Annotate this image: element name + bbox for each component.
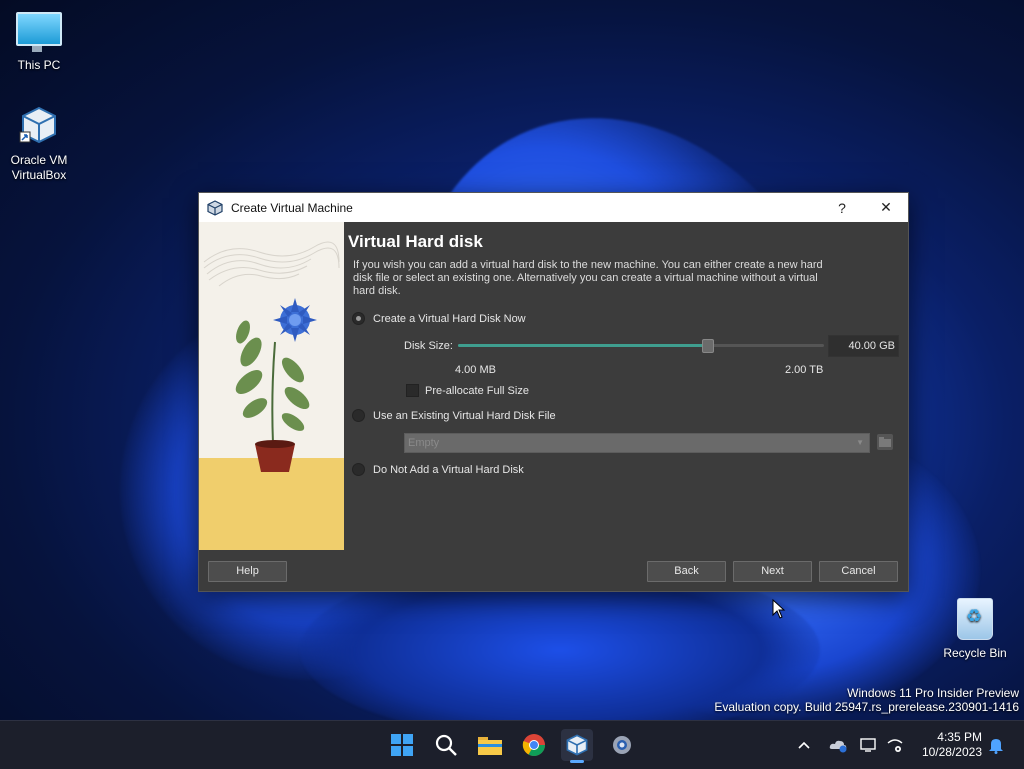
back-button[interactable]: Back [647,561,726,582]
display-icon[interactable] [860,721,878,769]
mouse-cursor-icon [772,599,786,619]
desktop-icon-label: This PC [17,58,61,72]
create-vm-dialog: Create Virtual Machine ? ✕ Virtual Hard … [198,192,909,592]
search-icon[interactable] [430,729,462,761]
taskbar: 4:35 PM 10/28/2023 [0,720,1024,769]
dialog-button-bar: Help Back Next Cancel [199,551,908,591]
checkbox-indicator[interactable] [406,384,419,397]
network-icon[interactable] [886,721,904,769]
virtualbox-icon [19,105,59,145]
desktop-icon-label: Oracle VM [10,153,68,167]
wizard-page: Virtual Hard disk If you wish you can ad… [348,222,906,552]
watermark-line: Windows 11 Pro Insider Preview [847,686,1019,700]
radio-use-existing-disk[interactable]: Use an Existing Virtual Hard Disk File [352,409,556,422]
wizard-illustration [199,222,344,550]
chrome-icon[interactable] [518,729,550,761]
desktop-icon-recycle-bin[interactable]: ♻ Recycle Bin [937,598,1013,661]
dialog-title: Create Virtual Machine [231,200,353,215]
checkbox-label: Pre-allocate Full Size [425,384,529,397]
slider-max-label: 2.00 TB [785,364,824,376]
radio-indicator[interactable] [352,463,365,476]
system-clock[interactable]: 4:35 PM 10/28/2023 [922,730,982,760]
active-indicator [570,760,584,763]
desktop-icon-this-pc[interactable]: This PC [1,12,77,73]
notification-bell-icon[interactable] [988,721,1004,769]
help-button[interactable]: Help [208,561,287,582]
file-explorer-icon[interactable] [474,729,506,761]
folder-icon [879,437,891,447]
virtualbox-icon[interactable] [561,729,593,763]
start-icon[interactable] [386,729,418,761]
disk-size-input[interactable]: 40.00 GB [828,335,899,357]
existing-disk-combo[interactable]: Empty ▼ [404,433,870,453]
choose-disk-file-button[interactable] [877,434,893,450]
slider-fill [458,344,707,347]
radio-label: Do Not Add a Virtual Hard Disk [373,463,524,476]
chevron-down-icon: ▼ [856,438,864,447]
recycle-bin-icon: ♻ [957,598,993,640]
radio-create-disk-now[interactable]: Create a Virtual Hard Disk Now [352,312,526,325]
clock-time: 4:35 PM [937,730,982,744]
radio-label: Use an Existing Virtual Hard Disk File [373,409,556,422]
clock-date: 10/28/2023 [921,745,982,759]
disk-size-slider[interactable] [458,338,824,354]
slider-min-label: 4.00 MB [455,364,496,376]
disk-size-label: Disk Size: [404,340,453,352]
combo-value: Empty [408,437,440,449]
help-icon[interactable]: ? [820,193,864,222]
settings-icon[interactable] [606,729,638,761]
windows-watermark: Windows 11 Pro Insider Preview Evaluatio… [714,686,1019,714]
virtualbox-icon [207,199,223,216]
radio-label: Create a Virtual Hard Disk Now [373,312,526,325]
slider-thumb[interactable] [701,339,714,353]
preallocate-checkbox[interactable]: Pre-allocate Full Size [406,384,529,397]
desktop-icon-virtualbox[interactable]: Oracle VM VirtualBox [1,105,77,183]
desktop-icon-label: Recycle Bin [943,646,1007,660]
page-title: Virtual Hard disk [348,232,483,251]
cancel-button[interactable]: Cancel [819,561,898,582]
close-icon[interactable]: ✕ [864,193,908,222]
onedrive-icon[interactable] [828,721,848,769]
show-hidden-icons-chevron-up-icon[interactable] [796,721,812,769]
dialog-titlebar[interactable]: Create Virtual Machine ? ✕ [199,193,908,222]
radio-indicator[interactable] [352,312,365,325]
desktop-icon-label: VirtualBox [11,168,67,182]
watermark-line: Evaluation copy. Build 25947.rs_prerelea… [714,700,1019,714]
next-button[interactable]: Next [733,561,812,582]
this-pc-icon [16,12,62,52]
page-description: If you wish you can add a virtual hard d… [353,259,823,297]
radio-indicator[interactable] [352,409,365,422]
radio-do-not-add-disk[interactable]: Do Not Add a Virtual Hard Disk [352,463,524,476]
